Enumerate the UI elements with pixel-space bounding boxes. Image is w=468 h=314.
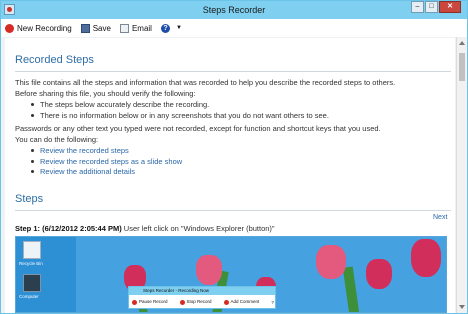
step-1-action: User left click on "Windows Explorer (bu… bbox=[121, 224, 275, 233]
record-icon bbox=[5, 23, 14, 33]
title-bar[interactable]: Steps Recorder – □ ✕ bbox=[1, 1, 467, 19]
mini-help-icon: ? bbox=[271, 299, 274, 305]
save-button[interactable]: Save bbox=[80, 23, 111, 33]
toolbar: New Recording Save Email ? ▼ bbox=[1, 19, 467, 37]
save-label: Save bbox=[92, 23, 111, 33]
pause-record-button: Pause Record bbox=[132, 299, 174, 305]
stop-record-button: Stop Record bbox=[179, 299, 218, 305]
recycle-bin-icon[interactable] bbox=[23, 241, 41, 259]
close-button[interactable]: ✕ bbox=[439, 1, 461, 13]
verification-list: The steps below accurately describe the … bbox=[31, 100, 329, 121]
tulip-image bbox=[366, 259, 392, 289]
stop-icon bbox=[179, 299, 185, 305]
vertical-scrollbar[interactable] bbox=[456, 37, 466, 313]
list-item: There is no information below or in any … bbox=[31, 111, 329, 122]
step-1-description: Step 1: (6/12/2012 2:05:44 PM) User left… bbox=[15, 224, 275, 233]
tulip-image bbox=[316, 245, 346, 279]
intro-text: This file contains all the steps and inf… bbox=[15, 78, 396, 87]
options-text: You can do the following: bbox=[15, 135, 99, 144]
new-recording-button[interactable]: New Recording bbox=[5, 23, 72, 33]
email-button[interactable]: Email bbox=[119, 23, 152, 33]
step-1-screenshot: Recycle Bin Computer Steps Recorder - Re… bbox=[15, 236, 447, 313]
scroll-up-icon[interactable] bbox=[459, 41, 465, 45]
help-dropdown-icon[interactable]: ▼ bbox=[176, 25, 182, 31]
recorded-steps-heading: Recorded Steps bbox=[15, 54, 94, 66]
next-link[interactable]: Next bbox=[433, 214, 447, 221]
tulip-image bbox=[196, 255, 222, 285]
content-area: Recorded Steps This file contains all th… bbox=[1, 37, 467, 313]
tulip-image bbox=[411, 239, 441, 277]
window-title: Steps Recorder bbox=[202, 5, 266, 15]
email-label: Email bbox=[131, 23, 152, 33]
steps-heading: Steps bbox=[15, 193, 44, 205]
desktop-icon-label: Computer bbox=[19, 294, 39, 299]
help-button[interactable]: ? ▼ bbox=[160, 23, 182, 33]
review-additional-details-link[interactable]: Review the additional details bbox=[31, 167, 182, 178]
mini-steps-recorder: Steps Recorder - Recording Now Pause Rec… bbox=[128, 286, 276, 309]
window-controls: – □ ✕ bbox=[410, 1, 461, 15]
maximize-button[interactable]: □ bbox=[425, 1, 438, 13]
steps-recorder-window: Steps Recorder – □ ✕ New Recording Save … bbox=[0, 0, 468, 314]
record-icon bbox=[132, 299, 137, 305]
review-steps-link[interactable]: Review the recorded steps bbox=[31, 146, 182, 157]
scrollbar-thumb[interactable] bbox=[459, 53, 465, 81]
divider bbox=[15, 210, 451, 211]
minimize-button[interactable]: – bbox=[411, 1, 424, 13]
scroll-down-icon[interactable] bbox=[459, 305, 465, 309]
new-recording-label: New Recording bbox=[17, 23, 72, 33]
divider bbox=[15, 71, 451, 72]
add-comment-button: Add Comment bbox=[223, 299, 266, 305]
email-icon bbox=[119, 23, 129, 33]
step-1-label: Step 1: (6/12/2012 2:05:44 PM) bbox=[15, 224, 122, 233]
passwords-note: Passwords or any other text you typed we… bbox=[15, 124, 381, 133]
comment-icon bbox=[223, 299, 229, 305]
mini-recorder-title: Steps Recorder - Recording Now bbox=[129, 287, 275, 295]
save-icon bbox=[80, 23, 90, 33]
review-links-list: Review the recorded steps Review the rec… bbox=[31, 146, 182, 178]
mini-recorder-toolbar: Pause Record Stop Record Add Comment ? bbox=[129, 295, 275, 309]
list-item: The steps below accurately describe the … bbox=[31, 100, 329, 111]
help-icon: ? bbox=[160, 23, 170, 33]
desktop-icon-label: Recycle Bin bbox=[19, 261, 43, 266]
verify-text: Before sharing this file, you should ver… bbox=[15, 89, 196, 98]
review-slide-show-link[interactable]: Review the recorded steps as a slide sho… bbox=[31, 157, 182, 168]
recorded-steps-document: Recorded Steps This file contains all th… bbox=[5, 38, 455, 313]
computer-icon[interactable] bbox=[23, 274, 41, 292]
